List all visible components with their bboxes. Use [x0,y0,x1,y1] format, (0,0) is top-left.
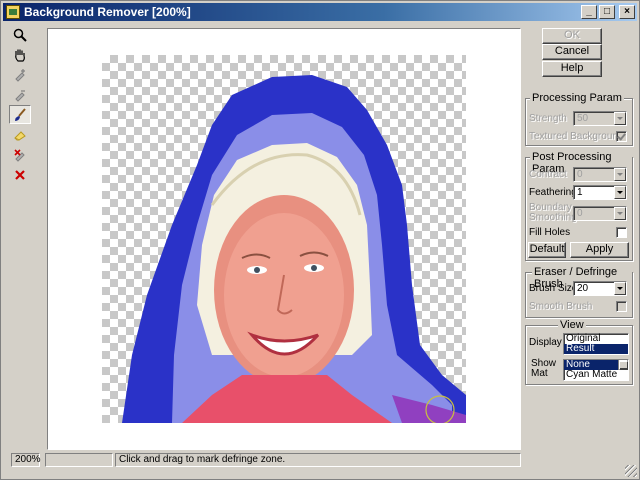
status-progress [45,453,113,467]
clear-marker-tool[interactable] [9,145,31,164]
chevron-down-icon [614,207,626,220]
chevron-down-icon [614,282,626,295]
magnifier-icon [13,28,27,42]
boundary-smoothing-value: 0 [577,208,583,219]
scroll-down-icon[interactable] [619,361,628,370]
textured-background-checkbox[interactable] [616,131,627,142]
view-title: View [558,319,586,331]
ok-button[interactable]: OK [542,28,602,44]
contract-select[interactable]: 0 [573,167,627,182]
marker-x-icon [14,148,25,162]
strength-label: Strength [529,113,567,124]
chevron-down-icon [614,186,626,199]
tool-palette [9,25,35,185]
marker-plus-icon [15,68,25,82]
eraser-icon [14,130,26,141]
display-label: Display [529,337,562,348]
brush-icon [15,107,26,121]
fill-holes-label: Fill Holes [529,227,571,238]
mat-list-scrollbar[interactable] [618,360,628,370]
smooth-brush-label: Smooth Brush [529,301,593,312]
feathering-value: 1 [577,187,583,198]
feathering-select[interactable]: 1 [573,185,627,200]
processing-param-title: Processing Param [530,92,624,104]
default-button[interactable]: Default [528,242,566,258]
chevron-down-icon [614,168,626,181]
contract-label: Contract [529,169,567,180]
boundary-smoothing-label: Boundary Smoothing [529,203,577,223]
mat-listbox[interactable]: None Cyan Matte [563,359,629,381]
apply-button[interactable]: Apply [570,242,629,258]
smooth-brush-checkbox[interactable] [616,301,627,312]
remove-marker-tool[interactable] [9,85,31,104]
status-message: Click and drag to mark defringe zone. [115,453,521,467]
show-mat-label: Show Mat [531,359,556,379]
chevron-down-icon [614,112,626,125]
cancel-button[interactable]: Cancel [542,44,602,60]
keep-marker-tool[interactable] [9,65,31,84]
maximize-button[interactable]: □ [599,5,615,19]
close-button[interactable]: × [619,5,635,19]
preview-image[interactable] [102,55,466,423]
eraser-tool[interactable] [9,125,31,144]
strength-value: 50 [577,113,589,124]
app-window: Background Remover [200%] _ □ × OK Cance… [0,0,640,480]
brush-size-value: 20 [577,283,589,294]
strength-select[interactable]: 50 [573,111,627,126]
clear-all-tool[interactable] [9,165,31,184]
status-zoom: 200% [11,453,41,467]
display-option-result[interactable]: Result [564,344,628,354]
feathering-label: Feathering [529,187,577,198]
mat-option-cyan-matte[interactable]: Cyan Matte [564,370,618,380]
help-button[interactable]: Help [542,61,602,77]
red-x-icon [15,169,25,180]
contract-value: 0 [577,169,583,180]
resize-grip-icon[interactable] [625,465,637,477]
hand-icon [15,49,25,62]
boundary-smoothing-select[interactable]: 0 [573,206,627,221]
portrait-preview [122,75,466,423]
textured-background-label: Textured Background [529,131,624,142]
image-canvas[interactable] [47,28,521,450]
fill-holes-checkbox[interactable] [616,227,627,238]
boundary-label-line2: Smoothing [529,212,577,223]
show-mat-label-line2: Mat [531,368,548,379]
brush-size-select[interactable]: 20 [573,281,627,296]
app-icon [6,5,20,19]
minimize-button[interactable]: _ [581,5,597,19]
brush-size-label: Brush Size [529,283,578,294]
display-listbox[interactable]: Original Result [563,333,629,355]
hand-tool[interactable] [9,45,31,64]
window-title: Background Remover [200%] [24,5,191,19]
defringe-brush-tool[interactable] [9,105,31,124]
marker-minus-icon [15,89,25,102]
title-bar[interactable]: Background Remover [200%] _ □ × [3,3,637,21]
zoom-tool[interactable] [9,25,31,44]
